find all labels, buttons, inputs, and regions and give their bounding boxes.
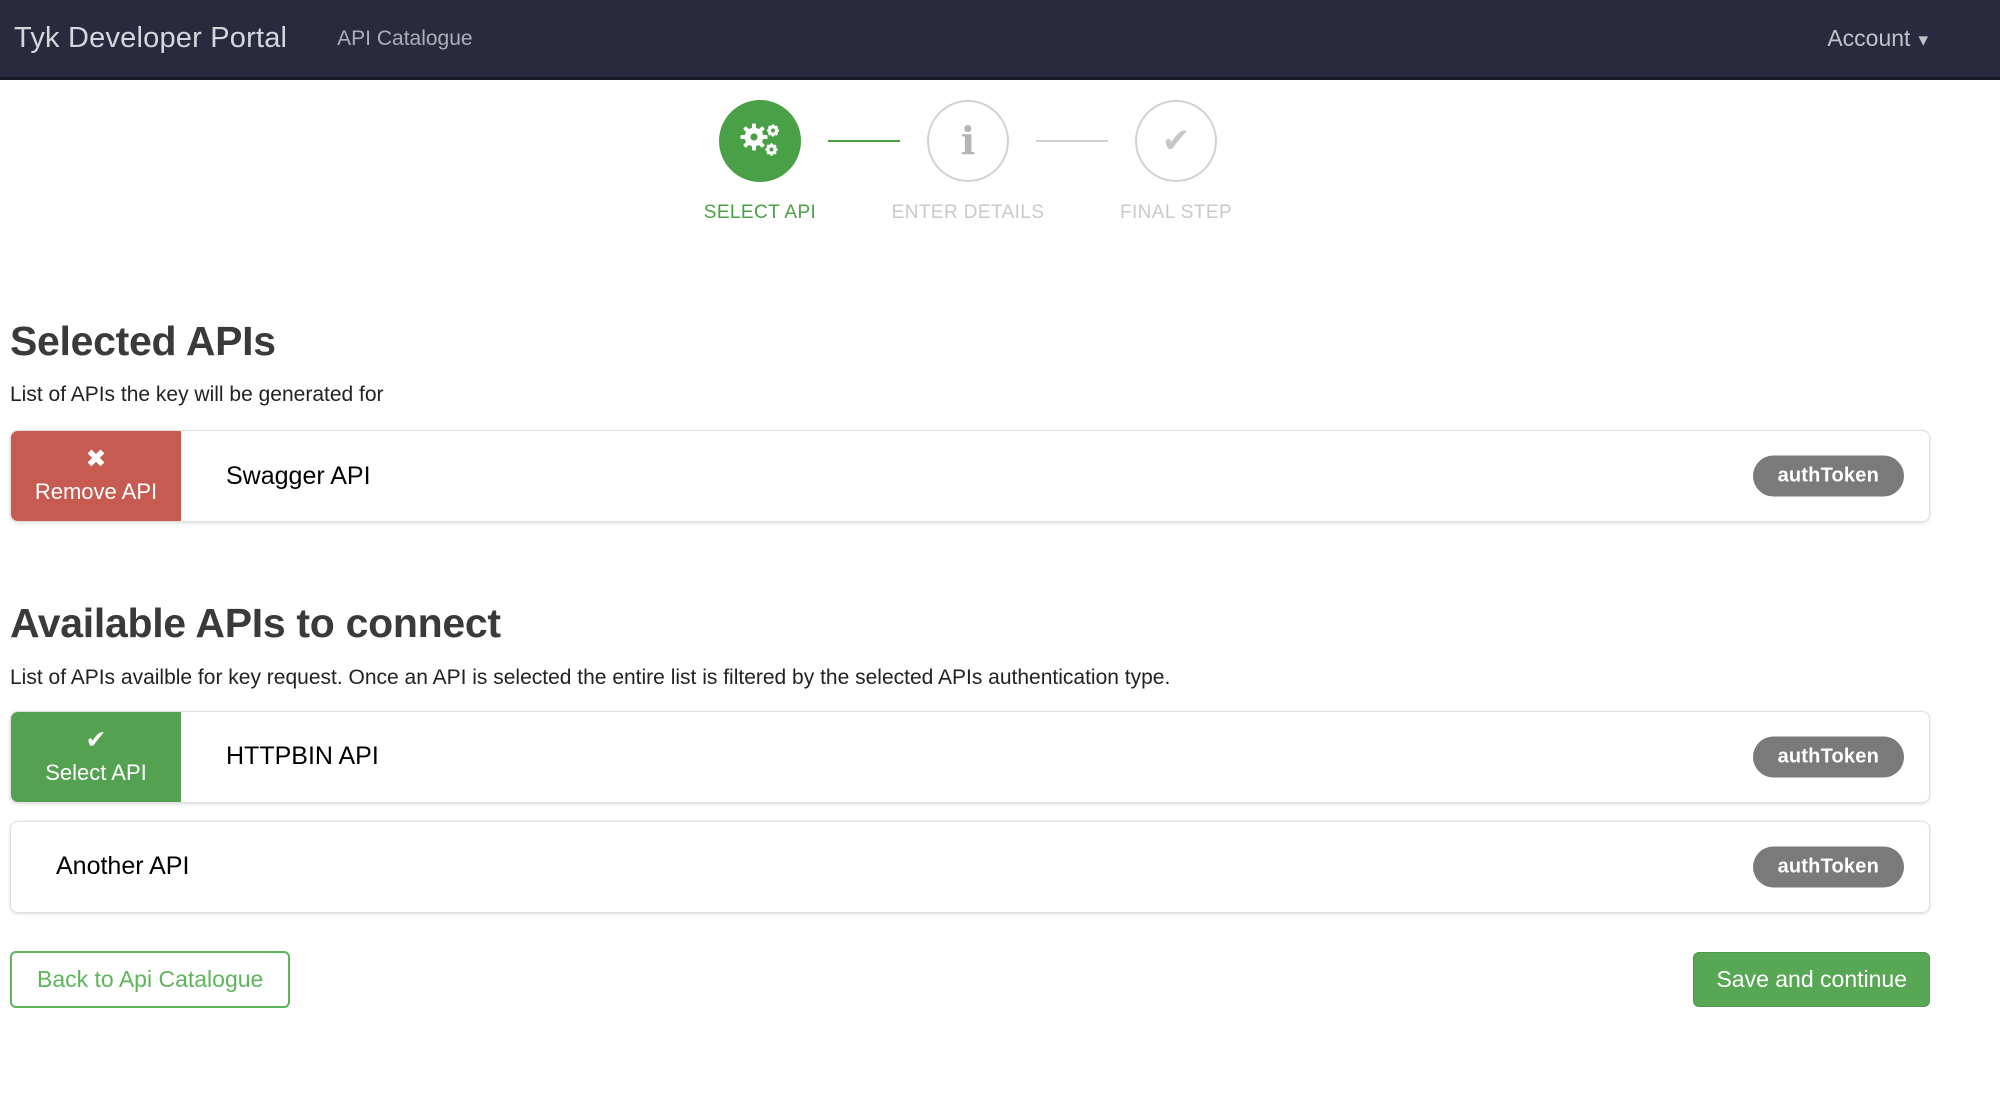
account-label: Account: [1827, 25, 1911, 51]
check-icon: ✔: [1161, 122, 1191, 160]
auth-token-badge: authToken: [1752, 455, 1904, 497]
step-final-step: ✔ FINAL STEP: [1120, 100, 1232, 232]
chevron-down-icon: ▾: [1918, 29, 1928, 51]
footer-actions: Back to Api Catalogue Save and continue: [10, 950, 1930, 1008]
remove-api-button[interactable]: ✖ Remove API: [11, 431, 181, 522]
brand-title[interactable]: Tyk Developer Portal: [14, 22, 287, 55]
available-apis-heading: Available APIs to connect: [10, 600, 501, 647]
account-menu[interactable]: Account ▾: [1827, 25, 1928, 52]
selected-apis-subtitle: List of APIs the key will be generated f…: [10, 383, 384, 407]
nav-link-api-catalogue[interactable]: API Catalogue: [337, 27, 472, 51]
navbar: Tyk Developer Portal API Catalogue Accou…: [0, 0, 2000, 80]
auth-token-badge: authToken: [1752, 846, 1904, 888]
api-name: Another API: [56, 852, 190, 881]
stepper: SELECT API i ENTER DETAILS ✔ FINAL STEP: [704, 100, 2000, 232]
selected-apis-heading: Selected APIs: [10, 318, 276, 364]
cogs-icon: [740, 123, 780, 156]
select-api-label: Select API: [45, 759, 147, 785]
remove-x-icon: ✖: [85, 445, 107, 474]
select-api-button[interactable]: ✔ Select API: [11, 711, 181, 802]
step-select-api: SELECT API: [704, 100, 816, 232]
save-and-continue-button[interactable]: Save and continue: [1693, 951, 1930, 1007]
step-label-select-api: SELECT API: [703, 202, 817, 223]
step-circle-upcoming: ✔: [1135, 100, 1217, 182]
auth-token-badge: authToken: [1752, 736, 1904, 778]
stepper-connector: [1036, 140, 1108, 142]
remove-api-label: Remove API: [34, 479, 158, 505]
api-card-another: Another API authToken: [10, 820, 1930, 913]
stepper-connector-done: [828, 140, 900, 142]
api-name: HTTPBIN API: [226, 742, 379, 771]
api-name: Swagger API: [226, 461, 371, 490]
api-card-swagger: ✖ Remove API Swagger API authToken: [10, 430, 1930, 523]
available-apis-subtitle: List of APIs availble for key request. O…: [10, 665, 1171, 689]
step-circle-upcoming: i: [927, 100, 1009, 182]
info-icon: i: [960, 118, 976, 163]
back-to-api-catalogue-button[interactable]: Back to Api Catalogue: [10, 950, 291, 1008]
step-circle-active: [719, 100, 801, 182]
api-card-httpbin: ✔ Select API HTTPBIN API authToken: [10, 710, 1930, 803]
main-content: Selected APIs List of APIs the key will …: [0, 318, 2000, 1008]
step-enter-details: i ENTER DETAILS: [892, 100, 1044, 232]
step-label-enter-details: ENTER DETAILS: [891, 202, 1045, 223]
check-icon: ✔: [85, 725, 107, 754]
step-label-final-step: FINAL STEP: [1119, 202, 1233, 223]
